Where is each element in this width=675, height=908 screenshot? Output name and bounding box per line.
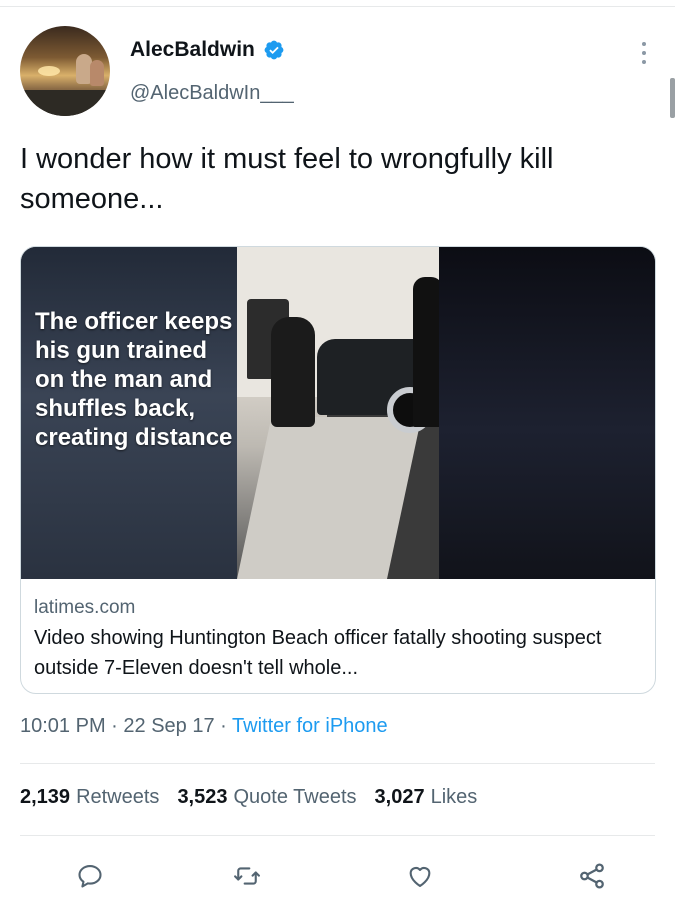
reply-icon[interactable] [70, 856, 110, 896]
tweet-text: I wonder how it must feel to wrongfully … [20, 143, 554, 215]
like-icon[interactable] [400, 856, 440, 896]
likes-stat[interactable]: 3,027 Likes [375, 786, 478, 809]
tweet-timestamp: 10:01 PM · 22 Sep 17 · Twitter for iPhon… [20, 715, 388, 738]
user-handle[interactable]: @AlecBaldwIn___ [130, 82, 294, 105]
top-divider [0, 6, 675, 7]
tweet-date[interactable]: 22 Sep 17 [123, 715, 214, 737]
display-name[interactable]: AlecBaldwin [130, 38, 255, 62]
divider [20, 835, 655, 836]
image-video-frame [237, 247, 447, 579]
retweets-stat[interactable]: 2,139 Retweets [20, 786, 159, 809]
avatar-figure [90, 60, 104, 86]
avatar-sunset [38, 66, 60, 76]
separator: · [111, 715, 118, 737]
scrollbar-thumb[interactable] [670, 78, 675, 118]
likes-count: 3,027 [374, 786, 425, 808]
card-image[interactable]: The officer keeps his gun trained on the… [21, 247, 655, 579]
divider [20, 763, 655, 764]
quote-tweets-count: 3,523 [177, 786, 228, 808]
link-card[interactable]: The officer keeps his gun trained on the… [20, 246, 656, 694]
image-right-blur [439, 247, 655, 579]
tweet-stats: 2,139 Retweets 3,523 Quote Tweets 3,027 Lik… [20, 786, 477, 809]
card-title[interactable]: Video showing Huntington Beach officer f… [34, 623, 634, 683]
more-options-icon[interactable] [641, 42, 647, 66]
user-name-row[interactable]: AlecBaldwin [130, 38, 285, 62]
likes-label: Likes [430, 786, 478, 808]
retweet-icon[interactable] [227, 856, 267, 896]
scene-person [271, 317, 315, 427]
tweet-time[interactable]: 10:01 PM [20, 715, 106, 737]
tweet-actions [0, 856, 675, 896]
tweet-source[interactable]: Twitter for iPhone [232, 715, 388, 737]
quote-tweets-stat[interactable]: 3,523 Quote Tweets [177, 786, 356, 809]
share-icon[interactable] [572, 856, 612, 896]
avatar[interactable] [20, 26, 110, 116]
card-meta[interactable]: latimes.com Video showing Huntington Bea… [21, 579, 655, 693]
verified-badge-icon [264, 40, 284, 60]
quote-tweets-label: Quote Tweets [233, 786, 357, 808]
image-caption-overlay: The officer keeps his gun trained on the… [35, 308, 233, 451]
separator: · [220, 715, 227, 737]
avatar-ground [20, 90, 110, 116]
retweets-count: 2,139 [20, 786, 71, 808]
retweets-label: Retweets [76, 786, 160, 808]
card-domain: latimes.com [34, 597, 136, 618]
